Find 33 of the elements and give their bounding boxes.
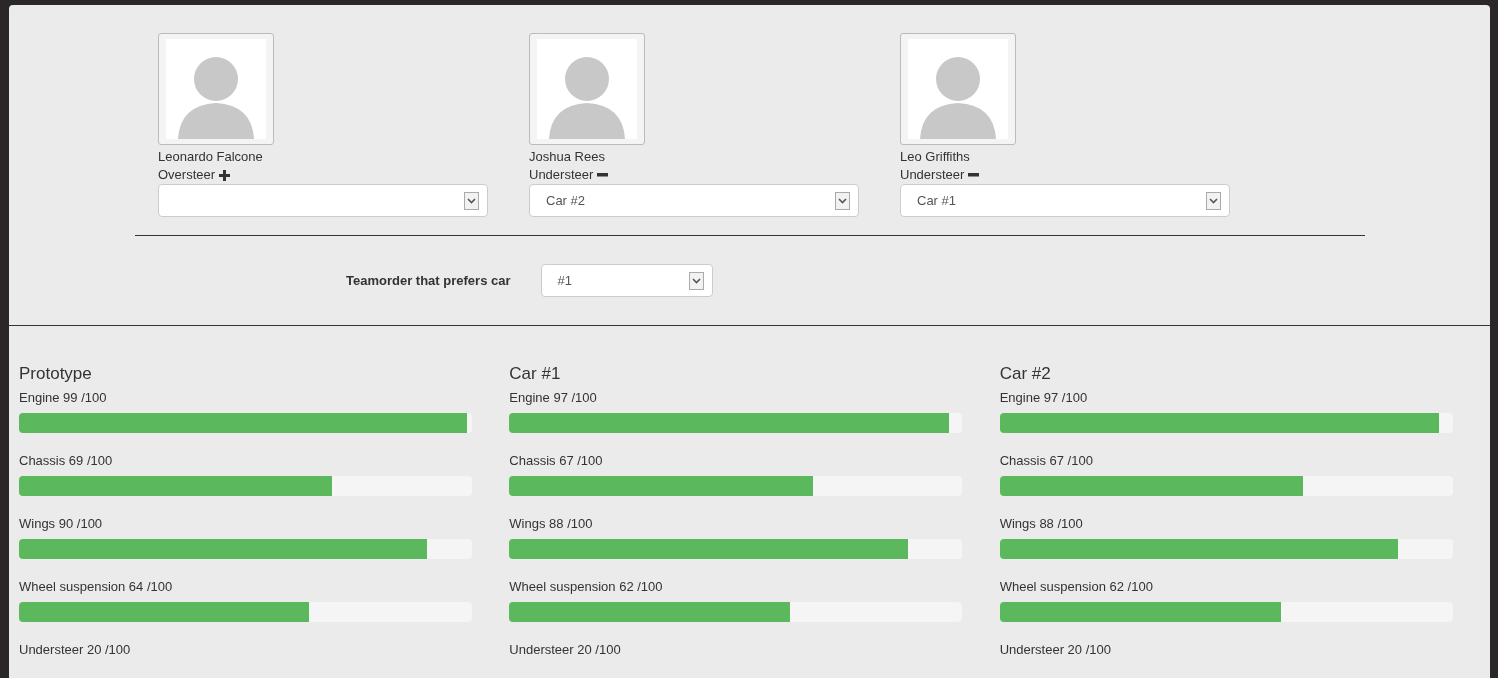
stat-label: Wings 90 /100 xyxy=(19,516,104,532)
stat-label: Wings 88 /100 xyxy=(999,516,1084,532)
stat-label: Engine 97 /100 xyxy=(509,390,598,406)
stat-label: Understeer 20 /100 xyxy=(509,642,622,658)
caret-icon xyxy=(688,271,704,290)
car-title: Prototype xyxy=(19,364,93,384)
caret-icon xyxy=(835,191,850,210)
stat-label: Chassis 69 /100 xyxy=(19,453,114,469)
stat-label: Engine 97 /100 xyxy=(999,390,1089,406)
driver-name: Leonardo Falcone xyxy=(158,148,264,166)
caret-icon xyxy=(1206,191,1221,210)
stat-label: Engine 99 /100 xyxy=(19,390,108,406)
stat-label: Wheel suspension 62 /100 xyxy=(509,579,664,595)
stat-label: Wheel suspension 64 /100 xyxy=(19,579,174,595)
car-select[interactable] xyxy=(158,184,488,217)
driver-name: Leo Griffiths xyxy=(900,148,971,166)
steering-label: Oversteer xyxy=(158,166,216,184)
stat-label: Understeer 20 /100 xyxy=(999,642,1112,658)
car-select[interactable]: Car #2 xyxy=(529,184,859,217)
teamorder-label: Teamorder that prefers car xyxy=(346,273,511,288)
car-title: Car #2 xyxy=(999,364,1052,384)
stat-label: Wings 88 /100 xyxy=(509,516,594,532)
stat-label: Chassis 67 /100 xyxy=(509,453,604,469)
driver-name: Joshua Rees xyxy=(529,148,606,166)
teamorder-select[interactable]: #1 xyxy=(540,264,713,297)
stat-label: Wheel suspension 62 /100 xyxy=(999,579,1154,595)
stat-label: Understeer 20 /100 xyxy=(19,642,132,658)
car-select[interactable]: Car #1 xyxy=(900,184,1230,217)
steering-label: Understeer xyxy=(900,166,965,184)
car-title: Car #1 xyxy=(509,364,562,384)
caret-icon xyxy=(464,191,479,210)
steering-label: Understeer xyxy=(529,166,594,184)
stat-label: Chassis 67 /100 xyxy=(999,453,1094,469)
